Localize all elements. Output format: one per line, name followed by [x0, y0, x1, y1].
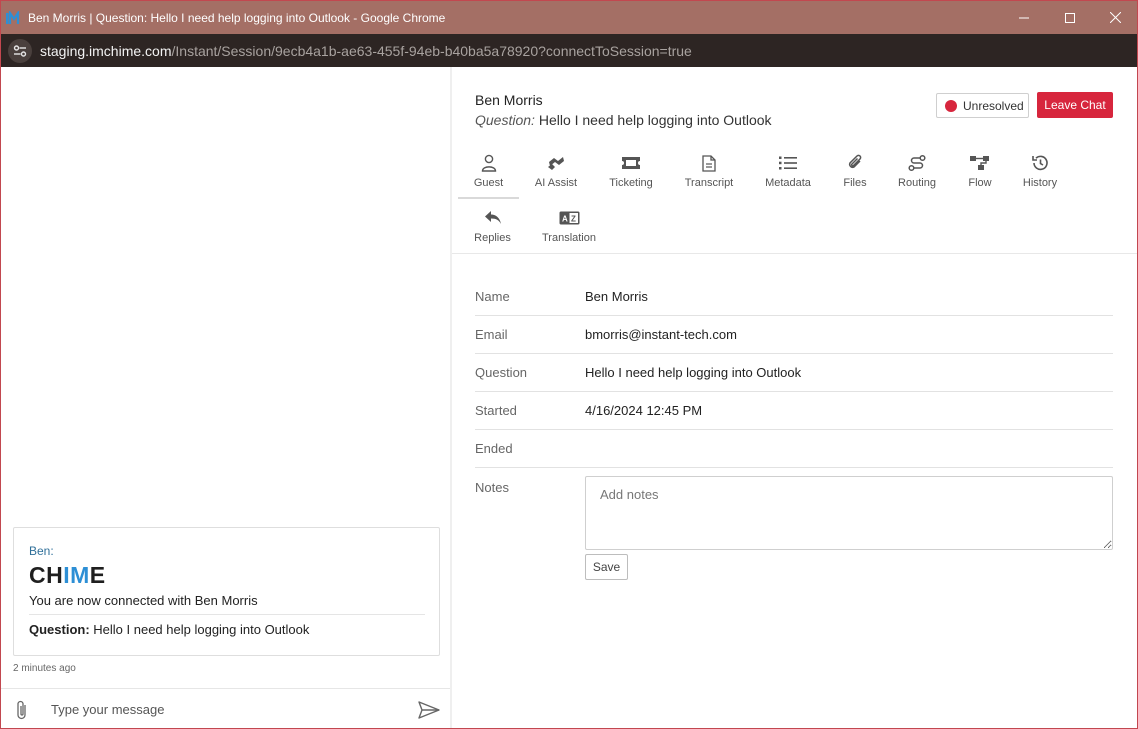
tab-ai-assist[interactable]: AI Assist	[531, 147, 581, 199]
close-icon	[1109, 12, 1121, 23]
site-info-button[interactable]	[8, 38, 32, 63]
close-window-button[interactable]	[1093, 1, 1137, 34]
save-notes-button[interactable]: Save	[585, 554, 628, 580]
chat-pane: Ben: CHIME You are now connected with Be…	[1, 67, 450, 728]
history-icon	[1031, 153, 1049, 173]
info-row-ended: Ended	[475, 430, 1113, 468]
address-bar[interactable]: staging.imchime.com/Instant/Session/9ecb…	[1, 34, 1137, 67]
info-row-started: Started 4/16/2024 12:45 PM	[475, 392, 1113, 430]
document-icon	[702, 153, 716, 173]
message-sender: Ben:	[29, 544, 54, 558]
svg-text:Z: Z	[571, 215, 576, 224]
minimize-button[interactable]	[1001, 1, 1047, 34]
svg-text:A: A	[562, 215, 568, 224]
list-icon	[779, 153, 797, 173]
person-icon	[481, 153, 497, 173]
info-row-email: Email bmorris@instant-tech.com	[475, 316, 1113, 354]
guest-name: Ben Morris	[475, 92, 543, 108]
notes-textarea[interactable]	[585, 476, 1113, 550]
ai-assist-icon	[546, 153, 566, 173]
message-question: Question: Hello I need help logging into…	[29, 622, 310, 637]
window-title: Ben Morris | Question: Hello I need help…	[28, 10, 446, 25]
compose-bar	[1, 688, 450, 728]
url-host: staging.imchime.com	[40, 42, 172, 59]
url-path: /Instant/Session/9ecb4a1b-ae63-455f-94eb…	[171, 42, 692, 59]
browser-window: Ben Morris | Question: Hello I need help…	[0, 0, 1138, 729]
status-dot-icon	[945, 99, 957, 112]
status-unresolved-button[interactable]: Unresolved	[936, 93, 1029, 118]
info-row-name: Name Ben Morris	[475, 278, 1113, 316]
send-icon	[418, 701, 440, 719]
chime-logo: CHIME	[29, 562, 106, 588]
message-input[interactable]	[51, 697, 401, 721]
reply-icon	[484, 208, 502, 228]
app-logo-icon	[6, 10, 22, 25]
session-details-pane: Ben Morris Question: Hello I need help l…	[452, 67, 1137, 728]
attach-button[interactable]	[15, 699, 29, 721]
tune-icon	[13, 44, 27, 57]
tab-history[interactable]: History	[1021, 147, 1059, 199]
leave-chat-button[interactable]: Leave Chat	[1037, 92, 1113, 118]
title-bar: Ben Morris | Question: Hello I need help…	[1, 1, 1137, 34]
notes-label: Notes	[475, 480, 509, 495]
tab-guest[interactable]: Guest	[458, 147, 519, 199]
window-controls	[1001, 1, 1137, 34]
translation-icon: AZ	[559, 208, 580, 228]
maximize-button[interactable]	[1047, 1, 1093, 34]
tab-flow[interactable]: Flow	[966, 147, 994, 199]
paperclip-icon	[847, 153, 863, 173]
message-divider	[29, 614, 425, 615]
tab-routing[interactable]: Routing	[896, 147, 938, 199]
paperclip-icon	[17, 700, 26, 720]
chat-message: Ben: CHIME You are now connected with Be…	[13, 527, 440, 656]
send-button[interactable]	[417, 700, 441, 720]
tabs-divider	[452, 253, 1137, 254]
ticket-icon	[621, 153, 641, 173]
connected-text: You are now connected with Ben Morris	[29, 593, 258, 608]
message-timestamp: 2 minutes ago	[13, 663, 76, 674]
flow-icon	[970, 153, 990, 173]
minimize-icon	[1019, 17, 1029, 18]
guest-question: Question: Hello I need help logging into…	[475, 112, 772, 128]
maximize-icon	[1065, 12, 1075, 23]
tab-transcript[interactable]: Transcript	[681, 147, 737, 199]
tab-files[interactable]: Files	[840, 147, 870, 199]
tab-metadata[interactable]: Metadata	[760, 147, 816, 199]
info-row-question: Question Hello I need help logging into …	[475, 354, 1113, 392]
routing-icon	[908, 153, 926, 173]
tab-translation[interactable]: AZ Translation	[540, 202, 598, 254]
tab-ticketing[interactable]: Ticketing	[604, 147, 658, 199]
tab-replies[interactable]: Replies	[474, 202, 511, 254]
url-text[interactable]: staging.imchime.com/Instant/Session/9ecb…	[40, 43, 692, 59]
